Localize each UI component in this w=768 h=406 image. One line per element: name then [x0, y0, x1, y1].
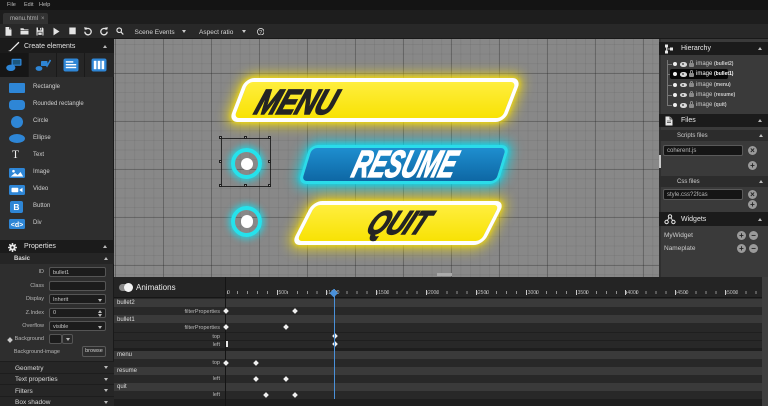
svg-text:<d>: <d> [11, 221, 23, 228]
svg-text:B: B [13, 202, 19, 212]
svg-text:?: ? [259, 29, 262, 35]
